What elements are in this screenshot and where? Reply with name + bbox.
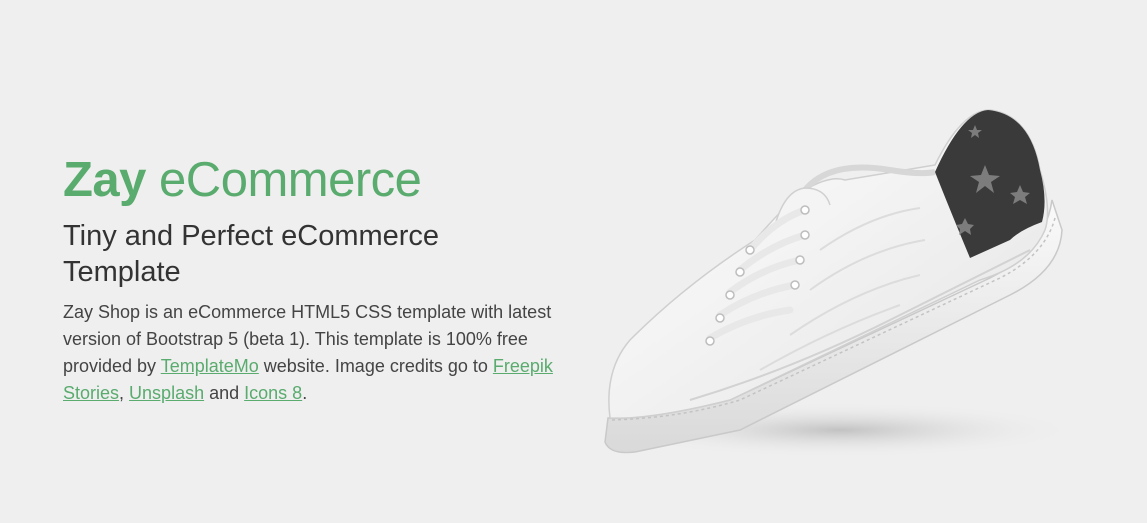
templatemo-link[interactable]: TemplateMo (161, 356, 259, 376)
hero-banner: Zay eCommerce Tiny and Perfect eCommerce… (0, 0, 1147, 523)
description-sep-2: and (204, 383, 245, 403)
sneaker-illustration (600, 109, 1080, 458)
description-text-2: website. Image credits go to (258, 356, 493, 376)
hero-text: Zay eCommerce Tiny and Perfect eCommerce… (63, 148, 563, 407)
hero-title-rest: eCommerce (145, 153, 422, 207)
description-end: . (302, 383, 308, 403)
white-sneaker-image (590, 100, 1090, 490)
hero-description: Zay Shop is an eCommerce HTML5 CSS templ… (63, 299, 563, 407)
icons8-link[interactable]: Icons 8 (244, 383, 302, 403)
hero-title: Zay eCommerce (63, 148, 563, 212)
hero-subtitle: Tiny and Perfect eCommerce Template (63, 220, 440, 288)
unsplash-link[interactable]: Unsplash (129, 383, 204, 403)
hero-title-brand: Zay (63, 153, 146, 207)
description-sep-1: , (119, 383, 130, 403)
